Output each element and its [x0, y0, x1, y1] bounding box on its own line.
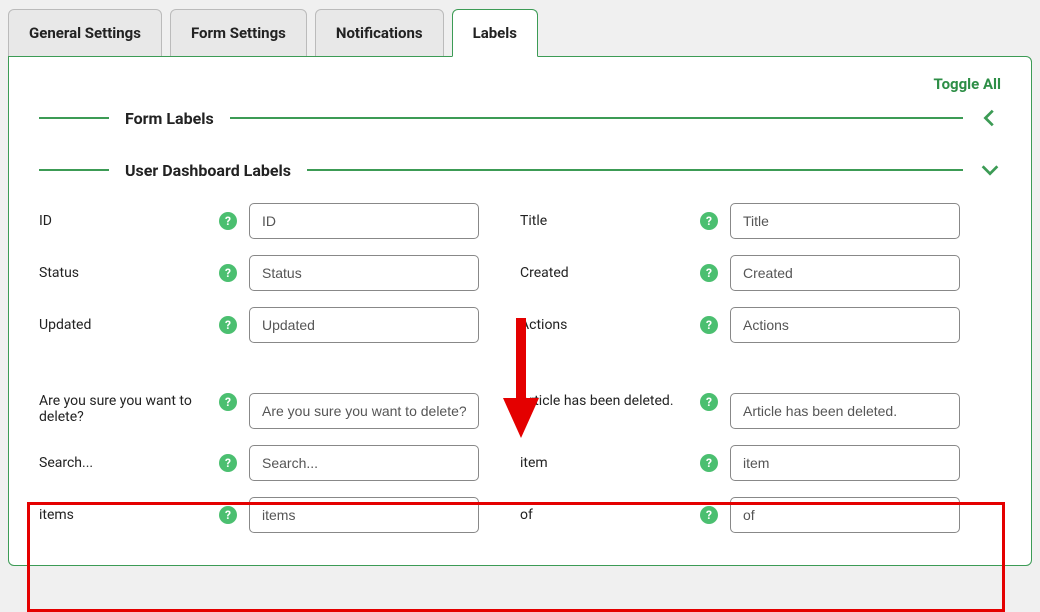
label-updated: Updated — [39, 317, 219, 333]
chevron-left-icon — [979, 107, 1001, 129]
field-item: item ? — [520, 437, 1001, 489]
help-icon[interactable]: ? — [700, 212, 718, 230]
help-icon[interactable]: ? — [219, 506, 237, 524]
divider — [230, 117, 963, 119]
input-updated[interactable] — [249, 307, 479, 343]
help-icon[interactable]: ? — [219, 454, 237, 472]
label-search: Search... — [39, 455, 219, 471]
field-status: Status ? — [39, 247, 520, 299]
label-actions: Actions — [520, 317, 700, 333]
section-title-user-dashboard: User Dashboard Labels — [125, 161, 291, 180]
field-confirm-delete: Are you sure you want to delete? ? — [39, 381, 520, 437]
help-icon[interactable]: ? — [219, 264, 237, 282]
label-created: Created — [520, 265, 700, 281]
toggle-all-link[interactable]: Toggle All — [934, 75, 1001, 93]
divider — [307, 169, 963, 171]
input-confirm-delete[interactable] — [249, 393, 479, 429]
spacer — [39, 351, 1001, 381]
label-items: items — [39, 507, 219, 523]
field-search: Search... ? — [39, 437, 520, 489]
label-of: of — [520, 507, 700, 523]
field-actions: Actions ? — [520, 299, 1001, 351]
help-icon[interactable]: ? — [700, 316, 718, 334]
tab-notifications[interactable]: Notifications — [315, 9, 444, 57]
label-deleted: Article has been deleted. — [520, 393, 700, 409]
input-status[interactable] — [249, 255, 479, 291]
help-icon[interactable]: ? — [219, 212, 237, 230]
tab-general[interactable]: General Settings — [8, 9, 162, 57]
input-actions[interactable] — [730, 307, 960, 343]
label-id: ID — [39, 213, 219, 229]
field-updated: Updated ? — [39, 299, 520, 351]
tab-labels[interactable]: Labels — [452, 9, 538, 57]
help-icon[interactable]: ? — [700, 264, 718, 282]
help-icon[interactable]: ? — [700, 454, 718, 472]
input-items[interactable] — [249, 497, 479, 533]
label-status: Status — [39, 265, 219, 281]
section-user-dashboard-labels[interactable]: User Dashboard Labels — [39, 159, 1001, 181]
tab-form[interactable]: Form Settings — [170, 9, 307, 57]
section-title-form-labels: Form Labels — [125, 109, 214, 128]
field-items: items ? — [39, 489, 520, 541]
labels-panel: Toggle All Form Labels User Dashboard La… — [8, 56, 1032, 566]
help-icon[interactable]: ? — [219, 316, 237, 334]
input-created[interactable] — [730, 255, 960, 291]
field-id: ID ? — [39, 195, 520, 247]
input-of[interactable] — [730, 497, 960, 533]
divider — [39, 169, 109, 171]
label-title: Title — [520, 213, 700, 229]
chevron-down-icon — [979, 159, 1001, 181]
help-icon[interactable]: ? — [700, 393, 718, 411]
help-icon[interactable]: ? — [700, 506, 718, 524]
field-created: Created ? — [520, 247, 1001, 299]
input-item[interactable] — [730, 445, 960, 481]
label-item: item — [520, 455, 700, 471]
fields-grid: ID ? Title ? Status ? Created ? Updated … — [39, 195, 1001, 541]
help-icon[interactable]: ? — [219, 393, 237, 411]
field-deleted: Article has been deleted. ? — [520, 381, 1001, 437]
input-deleted[interactable] — [730, 393, 960, 429]
label-confirm-delete: Are you sure you want to delete? — [39, 393, 219, 425]
field-title: Title ? — [520, 195, 1001, 247]
input-search[interactable] — [249, 445, 479, 481]
section-form-labels[interactable]: Form Labels — [39, 107, 1001, 129]
input-title[interactable] — [730, 203, 960, 239]
divider — [39, 117, 109, 119]
field-of: of ? — [520, 489, 1001, 541]
tab-bar: General Settings Form Settings Notificat… — [0, 0, 1040, 56]
input-id[interactable] — [249, 203, 479, 239]
